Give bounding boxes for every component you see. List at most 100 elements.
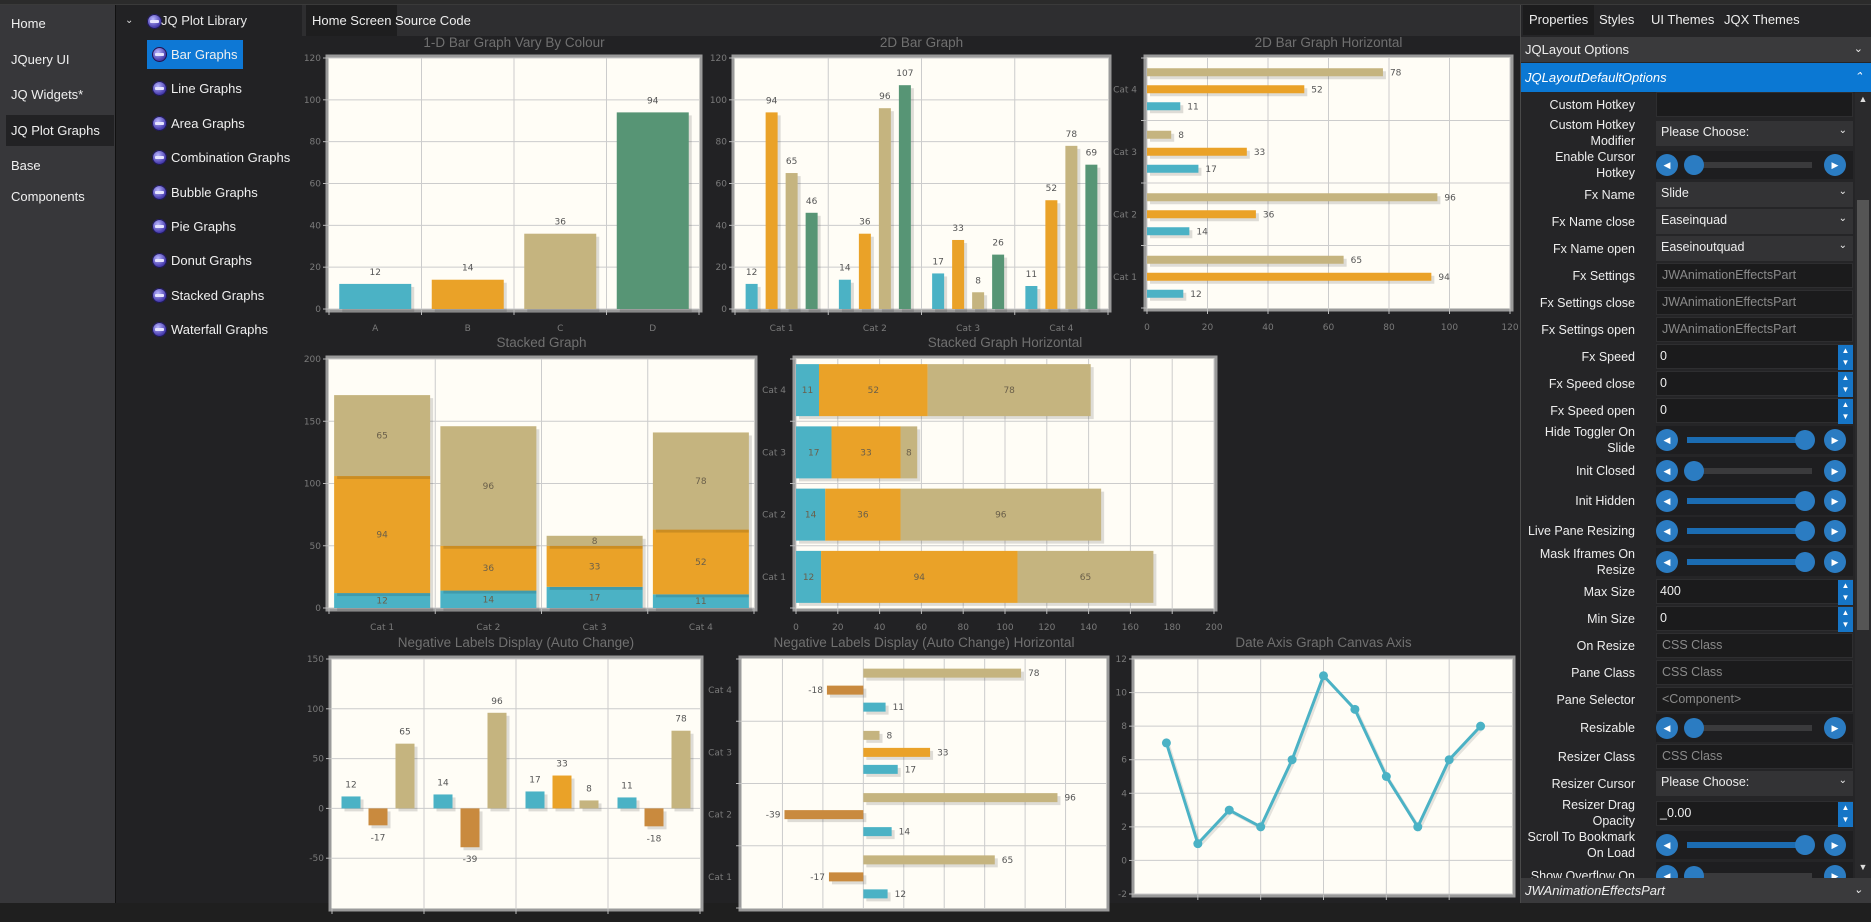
- arrow-left-icon[interactable]: ◀: [1656, 490, 1678, 512]
- min-size-spinner[interactable]: 0 ▲ ▼: [1656, 606, 1853, 632]
- init-hidden-toggle[interactable]: ◀ ▶: [1656, 487, 1853, 515]
- toggle-track[interactable]: [1687, 842, 1812, 848]
- scroll-up-icon[interactable]: ▲: [1855, 94, 1871, 104]
- toggle-track[interactable]: [1687, 528, 1812, 534]
- toggle-knob[interactable]: [1684, 155, 1704, 175]
- tab-styles[interactable]: Styles: [1593, 5, 1640, 35]
- tree-item-area-graphs[interactable]: Area Graphs: [147, 109, 251, 138]
- arrow-right-icon[interactable]: ▶: [1824, 154, 1846, 176]
- arrow-left-icon[interactable]: ◀: [1656, 865, 1678, 878]
- fx-speed-spinner[interactable]: 0 ▲ ▼: [1656, 344, 1853, 370]
- pane-class-input[interactable]: CSS Class: [1656, 660, 1853, 685]
- fx-settings-open-input[interactable]: JWAnimationEffectsPart: [1656, 317, 1853, 342]
- section-jqlayout-default-options[interactable]: JQLayoutDefaultOptions ⌃: [1521, 63, 1871, 92]
- arrow-right-icon[interactable]: ▶: [1824, 460, 1846, 482]
- spinner-buttons[interactable]: ▲ ▼: [1838, 372, 1853, 397]
- pane-selector-input[interactable]: <Component>: [1656, 687, 1853, 712]
- tab-home-screen[interactable]: Home Screen: [306, 5, 398, 36]
- nav-item-base-components[interactable]: Base Components: [6, 150, 114, 204]
- scroll-down-icon[interactable]: ▼: [1855, 862, 1871, 872]
- toggle-track[interactable]: [1687, 559, 1812, 565]
- arrow-left-icon[interactable]: ◀: [1656, 429, 1678, 451]
- arrow-left-icon[interactable]: ◀: [1656, 460, 1678, 482]
- tab-source-code[interactable]: Source Code: [389, 5, 477, 36]
- arrow-down-icon[interactable]: ▼: [1838, 411, 1853, 423]
- spinner-buttons[interactable]: ▲ ▼: [1838, 399, 1853, 424]
- arrow-up-icon[interactable]: ▲: [1838, 345, 1853, 357]
- toggle-knob[interactable]: [1795, 491, 1815, 511]
- arrow-up-icon[interactable]: ▲: [1838, 802, 1853, 814]
- spinner-buttons[interactable]: ▲ ▼: [1838, 580, 1853, 605]
- fx-settings-input[interactable]: JWAnimationEffectsPart: [1656, 263, 1853, 288]
- arrow-down-icon[interactable]: ▼: [1838, 814, 1853, 826]
- fx-settings-close-input[interactable]: JWAnimationEffectsPart: [1656, 290, 1853, 315]
- nav-item-home[interactable]: Home: [6, 8, 114, 39]
- arrow-up-icon[interactable]: ▲: [1838, 580, 1853, 592]
- toggle-knob[interactable]: [1795, 835, 1815, 855]
- arrow-down-icon[interactable]: ▼: [1838, 592, 1853, 604]
- resizer-drag-opacity-spinner[interactable]: _0.00 ▲ ▼: [1656, 800, 1853, 827]
- nav-item-jquery-ui[interactable]: JQuery UI: [6, 44, 114, 75]
- toggle-knob[interactable]: [1795, 552, 1815, 572]
- resizable-toggle[interactable]: ◀ ▶: [1656, 714, 1853, 742]
- nav-item-jq-plot-graphs[interactable]: JQ Plot Graphs: [6, 114, 114, 146]
- nav-item-jq-widgets[interactable]: JQ Widgets*: [6, 79, 114, 110]
- arrow-down-icon[interactable]: ▼: [1838, 619, 1853, 631]
- arrow-right-icon[interactable]: ▶: [1824, 551, 1846, 573]
- tree-item-bubble-graphs[interactable]: Bubble Graphs: [147, 178, 264, 207]
- scroll-to-bookmark-on-load-toggle[interactable]: ◀ ▶: [1656, 831, 1853, 859]
- arrow-right-icon[interactable]: ▶: [1824, 865, 1846, 878]
- max-size-spinner[interactable]: 400 ▲ ▼: [1656, 579, 1853, 605]
- fx-name-close-select[interactable]: Easeinquad ⌄: [1656, 209, 1853, 234]
- toggle-knob[interactable]: [1795, 521, 1815, 541]
- arrow-right-icon[interactable]: ▶: [1824, 429, 1846, 451]
- tree-root-jq-plot-library[interactable]: ⌄ JQ Plot Library: [116, 8, 301, 34]
- arrow-right-icon[interactable]: ▶: [1824, 834, 1846, 856]
- arrow-right-icon[interactable]: ▶: [1824, 717, 1846, 739]
- toggle-track[interactable]: [1687, 437, 1812, 443]
- custom-hotkey-modifier-select[interactable]: Please Choose: ⌄: [1656, 120, 1853, 146]
- init-closed-toggle[interactable]: ◀ ▶: [1656, 457, 1853, 485]
- live-pane-resizing-toggle[interactable]: ◀ ▶: [1656, 517, 1853, 545]
- spinner-buttons[interactable]: ▲ ▼: [1838, 801, 1853, 827]
- arrow-left-icon[interactable]: ◀: [1656, 154, 1678, 176]
- on-resize-input[interactable]: CSS Class: [1656, 633, 1853, 658]
- properties-scrollbar[interactable]: ▲ ▼: [1855, 92, 1871, 878]
- scrollbar-thumb[interactable]: [1857, 200, 1869, 630]
- arrow-left-icon[interactable]: ◀: [1656, 834, 1678, 856]
- tab-ui-themes[interactable]: UI Themes: [1645, 5, 1720, 35]
- fx-name-select[interactable]: Slide ⌄: [1656, 182, 1853, 207]
- arrow-down-icon[interactable]: ▼: [1838, 357, 1853, 369]
- section-jqlayout-options[interactable]: JQLayout Options ⌄: [1521, 37, 1871, 62]
- tree-item-stacked-graphs[interactable]: Stacked Graphs: [147, 281, 270, 310]
- fx-name-open-select[interactable]: Easeinoutquad ⌄: [1656, 236, 1853, 261]
- arrow-left-icon[interactable]: ◀: [1656, 551, 1678, 573]
- arrow-down-icon[interactable]: ▼: [1838, 384, 1853, 396]
- tree-item-pie-graphs[interactable]: Pie Graphs: [147, 212, 242, 241]
- toggle-track[interactable]: [1687, 468, 1812, 474]
- arrow-left-icon[interactable]: ◀: [1656, 520, 1678, 542]
- fx-speed-open-spinner[interactable]: 0 ▲ ▼: [1656, 398, 1853, 424]
- toggle-knob[interactable]: [1684, 718, 1704, 738]
- arrow-up-icon[interactable]: ▲: [1838, 372, 1853, 384]
- spinner-buttons[interactable]: ▲ ▼: [1838, 345, 1853, 370]
- tree-item-donut-graphs[interactable]: Donut Graphs: [147, 246, 258, 275]
- tree-item-waterfall-graphs[interactable]: Waterfall Graphs: [147, 315, 274, 344]
- tab-jqx-themes[interactable]: JQX Themes: [1718, 5, 1806, 35]
- custom-hotkey-input[interactable]: [1656, 92, 1853, 117]
- tree-item-combination-graphs[interactable]: Combination Graphs: [147, 143, 296, 172]
- arrow-up-icon[interactable]: ▲: [1838, 399, 1853, 411]
- tab-properties[interactable]: Properties: [1523, 5, 1595, 35]
- toggle-track[interactable]: [1687, 498, 1812, 504]
- arrow-right-icon[interactable]: ▶: [1824, 520, 1846, 542]
- toggle-knob[interactable]: [1795, 430, 1815, 450]
- tree-item-line-graphs[interactable]: Line Graphs: [147, 74, 248, 103]
- spinner-buttons[interactable]: ▲ ▼: [1838, 607, 1853, 632]
- hide-toggler-on-slide-toggle[interactable]: ◀ ▶: [1656, 426, 1853, 454]
- show-overflow-on-toggle[interactable]: ◀ ▶: [1656, 862, 1853, 878]
- arrow-left-icon[interactable]: ◀: [1656, 717, 1678, 739]
- section-jwanimation-effects-part[interactable]: JWAnimationEffectsPart ⌄: [1521, 878, 1871, 903]
- tree-item-bar-graphs[interactable]: Bar Graphs: [147, 40, 244, 69]
- arrow-right-icon[interactable]: ▶: [1824, 490, 1846, 512]
- fx-speed-close-spinner[interactable]: 0 ▲ ▼: [1656, 371, 1853, 397]
